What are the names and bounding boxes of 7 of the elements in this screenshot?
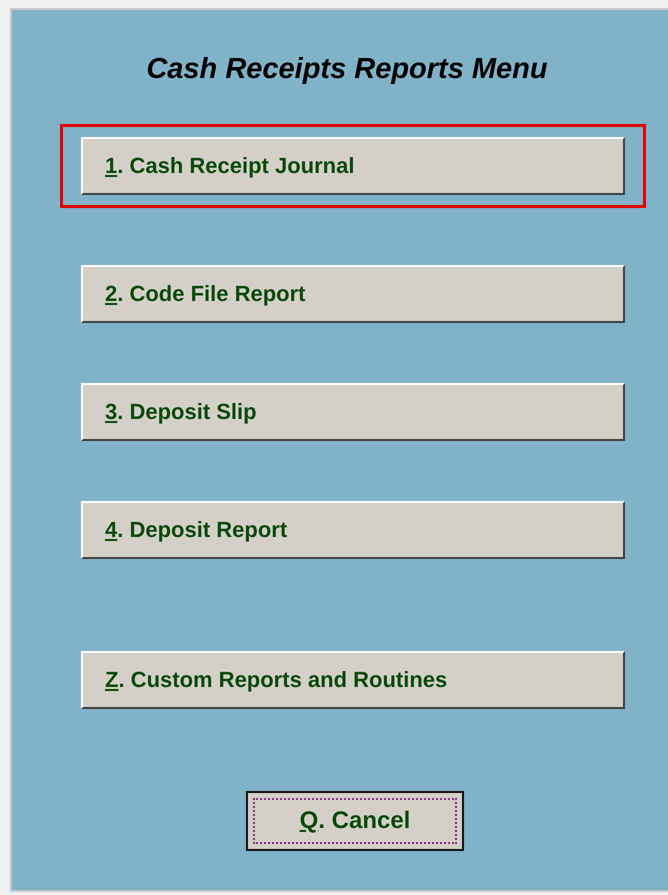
- menu-button[interactable]: 4. Deposit Report: [81, 500, 625, 558]
- menu-button[interactable]: 1. Cash Receipt Journal: [81, 136, 625, 194]
- menu-button[interactable]: 2. Code File Report: [81, 264, 625, 322]
- menu-button[interactable]: 3. Deposit Slip: [81, 382, 625, 440]
- cancel-button[interactable]: Q. Cancel: [246, 790, 464, 850]
- menu-button[interactable]: Z. Custom Reports and Routines: [81, 650, 625, 708]
- window-title: Cash Receipts Reports Menu: [146, 52, 548, 87]
